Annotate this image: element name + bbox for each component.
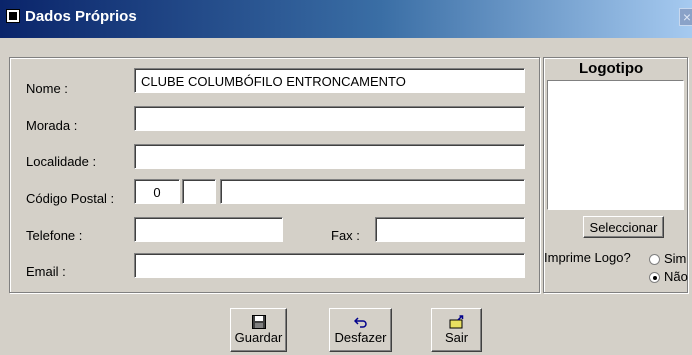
codigo-postal-label: Código Postal : [26, 191, 115, 206]
morada-field[interactable] [134, 106, 525, 131]
app-icon [6, 9, 20, 23]
codigo-postal-field-3[interactable] [220, 179, 525, 204]
window-title: Dados Próprios [25, 8, 137, 25]
telefone-label: Telefone : [26, 228, 83, 243]
title-bar: Dados Próprios × [0, 0, 692, 38]
print-logo-yes-label[interactable]: Sim [664, 251, 686, 266]
localidade-label: Localidade : [26, 154, 97, 169]
nome-field[interactable]: CLUBE COLUMBÓFILO ENTRONCAMENTO [134, 68, 525, 93]
exit-door-icon [449, 315, 463, 329]
print-logo-yes-radio[interactable] [649, 254, 660, 265]
print-logo-no-label[interactable]: Não [664, 269, 688, 284]
codigo-postal-field-1[interactable]: 0 [134, 179, 180, 204]
print-logo-label: Imprime Logo? [544, 250, 631, 265]
nome-label: Nome : [26, 81, 68, 96]
codigo-postal-field-2[interactable] [182, 179, 216, 204]
save-button[interactable]: Guardar [230, 308, 287, 352]
select-logo-button[interactable]: Seleccionar [583, 216, 664, 238]
telefone-field[interactable] [134, 217, 283, 242]
logo-image-area [547, 80, 684, 210]
email-label: Email : [26, 264, 66, 279]
localidade-field[interactable] [134, 144, 525, 169]
save-label: Guardar [234, 330, 283, 345]
fax-label: Fax : [331, 228, 360, 243]
logo-title: Logotipo [579, 60, 644, 77]
undo-label: Desfazer [334, 330, 387, 345]
close-button[interactable]: × [679, 8, 692, 26]
print-logo-no-radio[interactable] [649, 272, 660, 283]
undo-button[interactable]: Desfazer [329, 308, 392, 352]
floppy-disk-icon [251, 315, 266, 329]
exit-button[interactable]: Sair [431, 308, 482, 352]
email-field[interactable] [134, 253, 525, 278]
exit-label: Sair [444, 330, 469, 345]
morada-label: Morada : [26, 118, 78, 133]
fax-field[interactable] [375, 217, 525, 242]
undo-arrow-icon [353, 317, 367, 328]
